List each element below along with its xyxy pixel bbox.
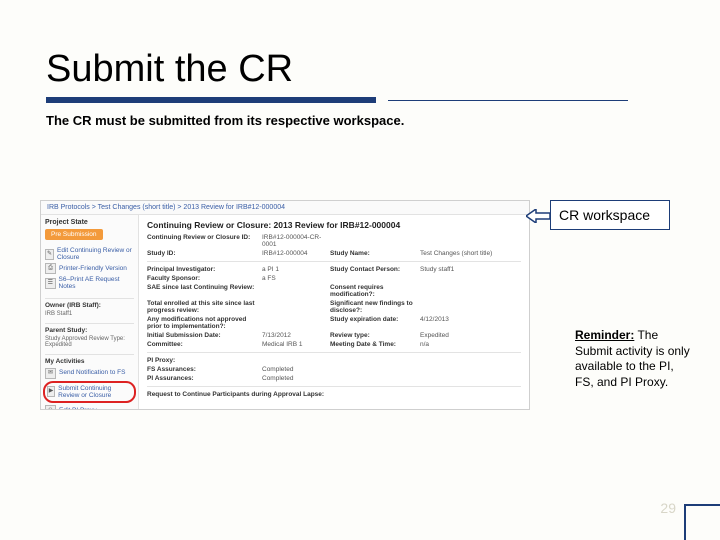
user-icon: ☺ bbox=[45, 405, 56, 410]
pi-label: Principal Investigator: bbox=[147, 266, 262, 273]
initsub-value: 7/13/2012 bbox=[262, 332, 330, 339]
row-initsub: Initial Submission Date: 7/13/2012 Revie… bbox=[147, 331, 521, 340]
cr-id-label: Continuing Review or Closure ID: bbox=[147, 234, 262, 248]
initsub-label: Initial Submission Date: bbox=[147, 332, 262, 339]
rail-item-label: Printer-Friendly Version bbox=[59, 265, 127, 272]
study-name-label: Study Name: bbox=[330, 250, 420, 257]
piassur-value: Completed bbox=[262, 375, 330, 382]
printer-icon: ⎙ bbox=[45, 263, 56, 274]
callout-reminder: Reminder: The Submit activity is only av… bbox=[575, 328, 693, 390]
sae-label: SAE since last Continuing Review: bbox=[147, 284, 262, 298]
fsassur-value: Completed bbox=[262, 366, 330, 373]
expire-value: 4/12/2013 bbox=[420, 316, 521, 330]
study-id-value: IRB#12-000004 bbox=[262, 250, 330, 257]
fs-value: a FS bbox=[262, 275, 330, 282]
subtitle-text: The CR must be submitted from its respec… bbox=[46, 113, 674, 128]
piassur-label: PI Assurances: bbox=[147, 375, 262, 382]
pi-value: a PI 1 bbox=[262, 266, 330, 273]
callout-cr-workspace: CR workspace bbox=[550, 200, 670, 230]
contact-label: Study Contact Person: bbox=[330, 266, 420, 273]
fsassur-label: FS Assurances: bbox=[147, 366, 262, 373]
meeting-label: Meeting Date & Time: bbox=[330, 341, 420, 348]
expire-label: Study expiration date: bbox=[330, 316, 420, 330]
parent-value: Study Approved Review Type: Expedited bbox=[45, 336, 134, 348]
row-committee: Committee: Medical IRB 1 Meeting Date & … bbox=[147, 340, 521, 349]
row-fsassur: FS Assurances: Completed bbox=[147, 365, 521, 374]
request-label: Request to Continue Participants during … bbox=[147, 391, 521, 398]
row-cr-id: Continuing Review or Closure ID: IRB#12-… bbox=[147, 233, 521, 249]
row-fs: Faculty Sponsor: a FS bbox=[147, 274, 521, 283]
mods-label: Any modifications not approved prior to … bbox=[147, 316, 262, 330]
page-number: 29 bbox=[660, 500, 676, 516]
activity-send-notification[interactable]: ✉ Send Notification to FS bbox=[45, 367, 134, 380]
breadcrumb: IRB Protocols > Test Changes (short titl… bbox=[41, 201, 529, 215]
meeting-value: n/a bbox=[420, 341, 521, 348]
corner-decoration bbox=[684, 504, 720, 540]
activity-label: Submit Continuing Review or Closure bbox=[58, 385, 132, 399]
activity-label: Edit PI Proxy bbox=[59, 407, 97, 410]
activity-edit-proxy[interactable]: ☺ Edit PI Proxy bbox=[45, 404, 134, 410]
enrolled-label: Total enrolled at this site since last p… bbox=[147, 300, 262, 314]
row-request: Request to Continue Participants during … bbox=[147, 390, 521, 399]
study-name-value: Test Changes (short title) bbox=[420, 250, 521, 257]
edit-icon: ✎ bbox=[45, 249, 54, 260]
page-title: Submit the CR bbox=[46, 48, 674, 91]
parent-heading: Parent Study: bbox=[45, 323, 134, 334]
rail-item-print[interactable]: ⎙ Printer-Friendly Version bbox=[45, 262, 134, 275]
rail-item-edit[interactable]: ✎ Edit Continuing Review or Closure bbox=[45, 246, 134, 262]
submit-icon: ▶ bbox=[47, 386, 55, 397]
study-id-label: Study ID: bbox=[147, 250, 262, 257]
rail-item-label: Edit Continuing Review or Closure bbox=[57, 247, 134, 261]
findings-label: Significant new findings to disclose?: bbox=[330, 300, 420, 314]
slide: Submit the CR The CR must be submitted f… bbox=[0, 0, 720, 540]
row-proxy: PI Proxy: bbox=[147, 356, 521, 365]
activity-label: Send Notification to FS bbox=[59, 369, 125, 376]
highlight-oval: ▶ Submit Continuing Review or Closure bbox=[43, 381, 136, 403]
row-mods: Any modifications not approved prior to … bbox=[147, 315, 521, 331]
activities-heading: My Activities bbox=[45, 354, 134, 365]
committee-label: Committee: bbox=[147, 341, 262, 348]
row-piassur: PI Assurances: Completed bbox=[147, 374, 521, 383]
state-badge: Pre Submission bbox=[45, 229, 103, 240]
cr-id-value: IRB#12-000004-CR-0001 bbox=[262, 234, 330, 248]
title-rule bbox=[46, 97, 674, 103]
arrow-icon bbox=[526, 209, 550, 223]
contact-value: Study staff1 bbox=[420, 266, 521, 273]
rail-item-s6[interactable]: ☰ S6–Print AE Request Notes bbox=[45, 275, 134, 291]
row-sae: SAE since last Continuing Review: Consen… bbox=[147, 283, 521, 299]
consent-label: Consent requires modification?: bbox=[330, 284, 420, 298]
activity-submit-cr[interactable]: ▶ Submit Continuing Review or Closure bbox=[47, 384, 132, 400]
project-state-label: Project State bbox=[45, 219, 134, 226]
reminder-heading: Reminder: bbox=[575, 328, 634, 342]
revtype-label: Review type: bbox=[330, 332, 420, 339]
committee-value: Medical IRB 1 bbox=[262, 341, 330, 348]
proxy-label: PI Proxy: bbox=[147, 357, 262, 364]
main-panel: Continuing Review or Closure: 2013 Revie… bbox=[139, 215, 529, 409]
row-study-id: Study ID: IRB#12-000004 Study Name: Test… bbox=[147, 249, 521, 258]
row-pi: Principal Investigator: a PI 1 Study Con… bbox=[147, 265, 521, 274]
note-icon: ☰ bbox=[45, 278, 56, 289]
owner-heading: Owner (IRB Staff): bbox=[45, 298, 134, 309]
workspace-heading: Continuing Review or Closure: 2013 Revie… bbox=[147, 220, 521, 230]
fs-label: Faculty Sponsor: bbox=[147, 275, 262, 282]
rail-item-label: S6–Print AE Request Notes bbox=[59, 276, 134, 290]
row-enrolled: Total enrolled at this site since last p… bbox=[147, 299, 521, 315]
owner-value: IRB Staff1 bbox=[45, 311, 134, 317]
workspace-screenshot: IRB Protocols > Test Changes (short titl… bbox=[40, 200, 530, 410]
revtype-value: Expedited bbox=[420, 332, 521, 339]
left-rail: Project State Pre Submission ✎ Edit Cont… bbox=[41, 215, 139, 409]
mail-icon: ✉ bbox=[45, 368, 56, 379]
